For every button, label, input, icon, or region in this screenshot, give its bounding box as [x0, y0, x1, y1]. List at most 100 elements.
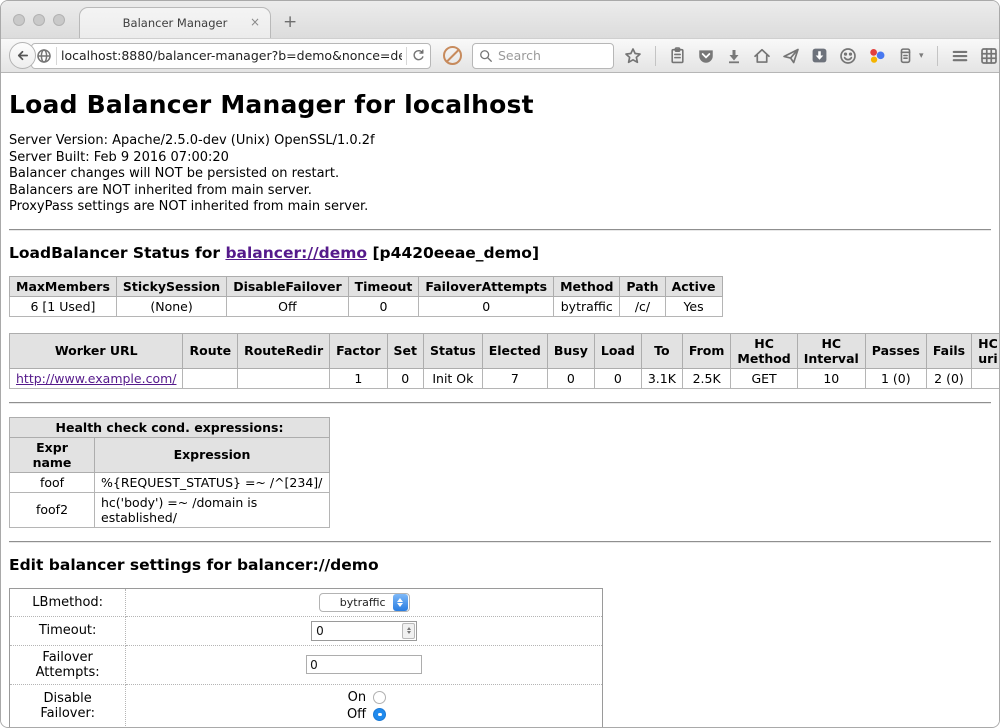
column-header: Expression: [95, 437, 330, 472]
table-cell: 1 (0): [865, 368, 926, 388]
toolbar-separator: [937, 46, 938, 66]
radio-off[interactable]: [373, 708, 386, 721]
colored-dots-extension-icon[interactable]: [868, 47, 886, 65]
menu-hamburger-icon[interactable]: [951, 47, 969, 65]
globe-icon: [36, 48, 52, 64]
back-button[interactable]: [9, 42, 36, 69]
select-stepper-icon: [393, 594, 408, 611]
home-icon[interactable]: [753, 47, 771, 65]
column-header: DisableFailover: [227, 276, 348, 296]
url-text[interactable]: localhost:8880/balancer-manager?b=demo&n…: [61, 48, 402, 63]
balancer-summary-table: MaxMembers StickySession DisableFailover…: [9, 276, 723, 317]
downloads-icon[interactable]: [726, 48, 742, 64]
table-header-row: MaxMembers StickySession DisableFailover…: [10, 276, 723, 296]
column-header: Elected: [482, 333, 547, 368]
search-input[interactable]: [498, 48, 598, 63]
timeout-input[interactable]: 0: [311, 621, 417, 641]
timeout-cell: 0: [126, 616, 603, 645]
urlbar-separator: [406, 47, 407, 65]
table-cell: [972, 368, 999, 388]
heading-suffix: [p4420eeae_demo]: [367, 244, 539, 262]
table-cell: Off: [227, 296, 348, 316]
balancer-settings-form: LBmethod: bytraffic Timeout: 0: [9, 588, 603, 728]
column-header: StickySession: [116, 276, 226, 296]
worker-row: http://www.example.com/ 1 0 Init Ok 7 0 …: [10, 368, 1000, 388]
disable-failover-cell: On Off: [126, 684, 603, 727]
radio-on[interactable]: [373, 691, 386, 704]
column-header: Fails: [926, 333, 971, 368]
clipboard-icon[interactable]: [669, 47, 686, 64]
bookmark-star-icon[interactable]: [624, 47, 642, 65]
column-header: Path: [620, 276, 665, 296]
minimize-window-button[interactable]: [33, 14, 45, 26]
tab-groups-grid-icon[interactable]: [980, 47, 998, 65]
table-cell: 6 [1 Used]: [10, 296, 117, 316]
send-tab-icon[interactable]: [782, 47, 800, 65]
lbmethod-selected-value: bytraffic: [334, 596, 392, 609]
window-controls[interactable]: [13, 14, 65, 26]
pocket-icon[interactable]: [697, 47, 715, 65]
column-header: Method: [554, 276, 620, 296]
table-cell: %{REQUEST_STATUS} =~ /^[234]/: [95, 472, 330, 492]
column-header: HC Interval: [797, 333, 865, 368]
column-header: Busy: [547, 333, 594, 368]
radio-off-label: Off: [342, 706, 366, 723]
health-check-table: Health check cond. expressions: Expr nam…: [9, 417, 330, 528]
page-title: Load Balancer Manager for localhost: [9, 90, 991, 119]
zoom-window-button[interactable]: [53, 14, 65, 26]
tab-title: Balancer Manager: [123, 16, 228, 30]
table-cell: /c/: [620, 296, 665, 316]
column-header: FailoverAttempts: [419, 276, 554, 296]
container-extension-icon[interactable]: [897, 47, 914, 64]
loadbalancer-status-heading: LoadBalancer Status for balancer://demo …: [9, 244, 991, 262]
failover-attempts-label: Failover Attempts:: [10, 645, 126, 684]
search-bar[interactable]: [472, 43, 614, 69]
lbmethod-select[interactable]: bytraffic: [319, 593, 410, 612]
table-cell: 7: [482, 368, 547, 388]
column-header: Set: [387, 333, 423, 368]
table-cell: (None): [116, 296, 226, 316]
back-arrow-icon: [15, 48, 30, 63]
column-header: HC uri: [972, 333, 999, 368]
blocked-content-icon[interactable]: [443, 46, 462, 65]
worker-url-link[interactable]: http://www.example.com/: [16, 371, 176, 386]
reload-button[interactable]: [411, 48, 426, 63]
column-header: Active: [665, 276, 722, 296]
column-header: Expr name: [10, 437, 95, 472]
table-cell: http://www.example.com/: [10, 368, 183, 388]
tab-close-icon[interactable]: ×: [250, 16, 260, 28]
url-bar[interactable]: localhost:8880/balancer-manager?b=demo&n…: [31, 43, 431, 69]
table-cell: 0: [348, 296, 419, 316]
chevron-down-icon[interactable]: ▾: [919, 51, 924, 61]
form-row-timeout: Timeout: 0: [10, 616, 603, 645]
close-window-button[interactable]: [13, 14, 25, 26]
new-tab-button[interactable]: +: [283, 12, 297, 32]
column-header: Route: [183, 333, 238, 368]
note-persist: Balancer changes will NOT be persisted o…: [9, 166, 991, 183]
table-cell: bytraffic: [554, 296, 620, 316]
save-page-extension-icon[interactable]: [811, 47, 828, 64]
table-cell: 0: [419, 296, 554, 316]
table-cell: [238, 368, 330, 388]
table-cell: 0: [547, 368, 594, 388]
table-cell: 2.5K: [682, 368, 731, 388]
balancer-demo-link[interactable]: balancer://demo: [225, 244, 367, 262]
feedback-smiley-icon[interactable]: [839, 47, 857, 65]
column-header: Timeout: [348, 276, 419, 296]
column-header: Passes: [865, 333, 926, 368]
server-info: Server Version: Apache/2.5.0-dev (Unix) …: [9, 133, 991, 216]
table-cell: 1: [330, 368, 387, 388]
failover-attempts-input[interactable]: [306, 655, 422, 674]
note-proxypass: ProxyPass settings are NOT inherited fro…: [9, 199, 991, 216]
number-spinner-icon[interactable]: [402, 623, 415, 639]
lbmethod-label: LBmethod:: [10, 588, 126, 616]
table-header-row: Expr name Expression: [10, 437, 330, 472]
table-cell: 3.1K: [641, 368, 682, 388]
tab-balancer-manager[interactable]: Balancer Manager ×: [79, 7, 271, 38]
heading-prefix: LoadBalancer Status for: [9, 244, 225, 262]
table-cell: Init Ok: [424, 368, 483, 388]
column-header: MaxMembers: [10, 276, 117, 296]
table-cell: hc('body') =~ /domain is established/: [95, 492, 330, 527]
failover-attempts-cell: [126, 645, 603, 684]
column-header: RouteRedir: [238, 333, 330, 368]
